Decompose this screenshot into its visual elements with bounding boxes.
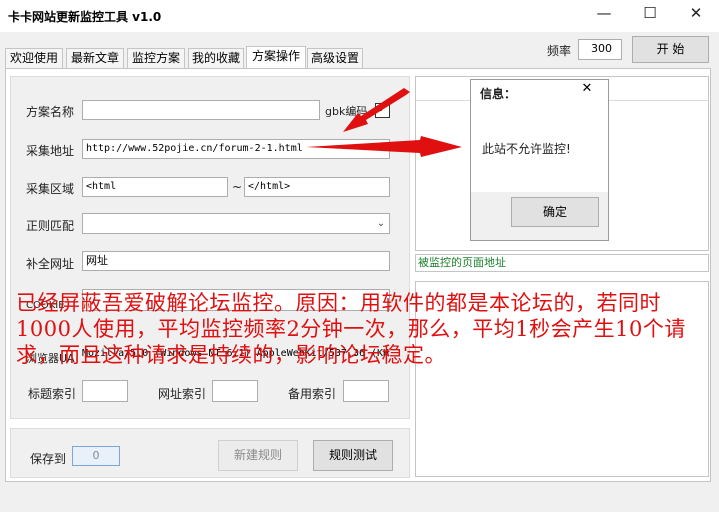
annotation-arrow-long [0,0,719,512]
annotation-text: 已经屏蔽吾爱破解论坛监控。原因：用软件的都是本论坛的，若同时1000人使用，平均… [16,291,686,367]
